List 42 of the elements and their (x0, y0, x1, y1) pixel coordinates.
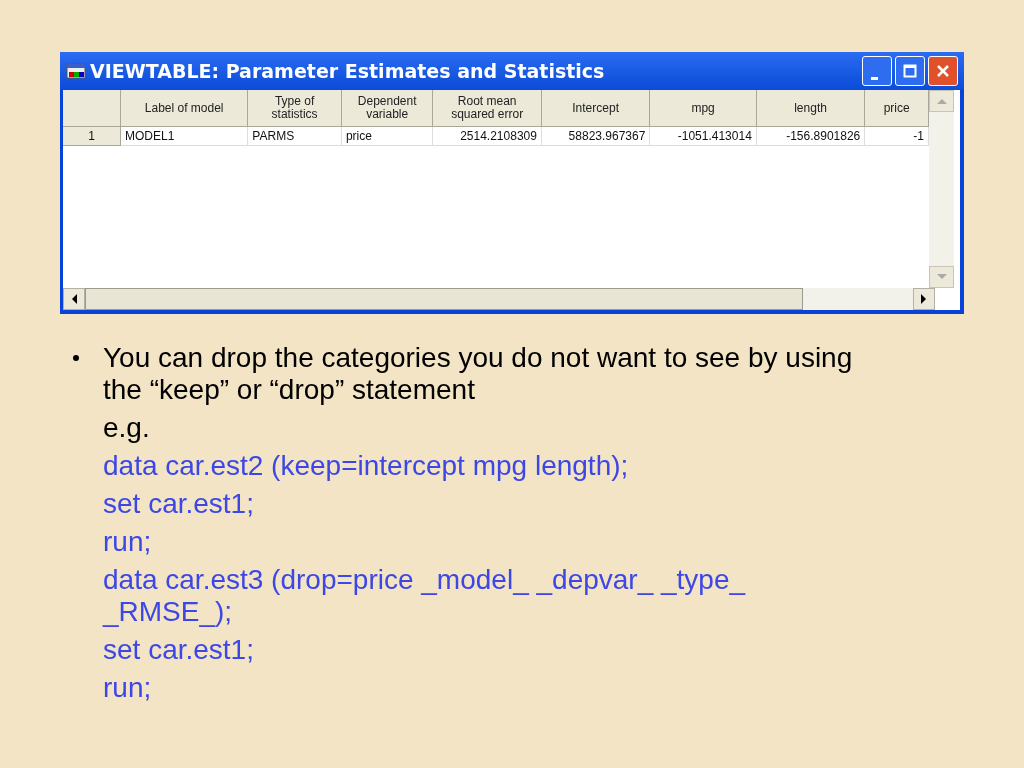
table-cell: 58823.967367 (541, 127, 651, 146)
column-header[interactable]: mpg (650, 90, 757, 127)
column-header[interactable]: Dependent variable (341, 90, 434, 127)
scroll-thumb[interactable] (85, 288, 803, 310)
example-label: e.g. (103, 412, 151, 444)
column-header[interactable]: length (756, 90, 866, 127)
down-arrow-icon (935, 273, 948, 281)
window-title: VIEWTABLE: Parameter Estimates and Statistics (90, 60, 606, 82)
table-cell: 2514.2108309 (433, 127, 542, 146)
column-header[interactable]: price (865, 90, 929, 127)
close-button[interactable] (928, 56, 958, 86)
code-line: set car.est1; (103, 488, 255, 520)
column-header[interactable]: Intercept (541, 90, 651, 127)
left-arrow-icon (70, 293, 78, 305)
table-icon (66, 62, 86, 80)
horizontal-scrollbar[interactable] (63, 288, 935, 310)
code-line: run; (103, 526, 153, 558)
table-cell: PARMS (248, 127, 342, 146)
code-line: run; (103, 672, 153, 704)
minimize-icon (870, 76, 878, 80)
column-header[interactable]: Type of statistics (248, 90, 342, 127)
right-arrow-icon (920, 293, 928, 305)
maximize-icon (903, 64, 917, 78)
scroll-right-button[interactable] (913, 288, 935, 310)
bullet-icon (73, 355, 79, 361)
code-line: data car.est2 (keep=intercept mpg length); (103, 450, 630, 482)
code-line: data car.est3 (drop=price _model_ _depvar_ _type_ _RMSE_); (103, 564, 747, 628)
column-header[interactable]: Root mean squared error (433, 90, 542, 127)
column-header[interactable]: Label of model (121, 90, 249, 127)
up-arrow-icon (935, 97, 948, 105)
table-cell: -1051.413014 (650, 127, 757, 146)
table-cell: price (341, 127, 434, 146)
table-cell: MODEL1 (121, 127, 249, 146)
code-line: set car.est1; (103, 634, 255, 666)
table-cell: -156.8901826 (756, 127, 866, 146)
close-icon (936, 64, 950, 78)
scroll-left-button[interactable] (63, 288, 85, 310)
row-number: 1 (63, 127, 121, 146)
corner-header (63, 90, 121, 127)
table-cell: -1 (865, 127, 929, 146)
maximize-button[interactable] (895, 56, 925, 86)
minimize-button[interactable] (862, 56, 892, 86)
